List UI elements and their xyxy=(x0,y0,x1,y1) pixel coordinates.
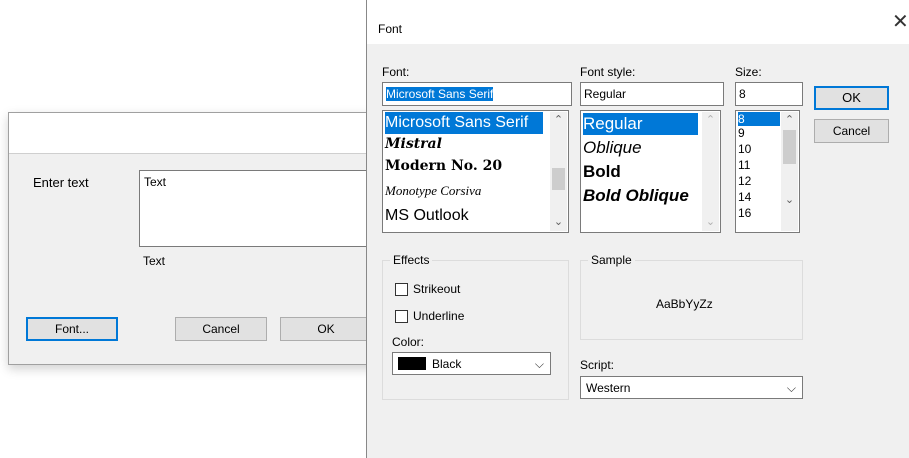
effects-group xyxy=(382,260,569,400)
color-label: Color: xyxy=(392,335,425,349)
size-list-item[interactable]: 16 xyxy=(738,206,751,220)
color-swatch xyxy=(398,357,426,370)
size-label: Size: xyxy=(735,65,762,79)
script-label: Script: xyxy=(580,358,615,372)
font-list-item[interactable]: Monotype Corsiva xyxy=(385,183,481,199)
size-list-item[interactable]: 9 xyxy=(738,126,745,140)
font-list[interactable]: Microsoft Sans Serif Mistral Modern No. … xyxy=(382,110,569,233)
font-style-label: Font style: xyxy=(580,65,636,79)
scroll-down-icon[interactable]: ⌄ xyxy=(781,192,798,209)
scroll-down-icon: ⌄ xyxy=(705,216,716,228)
font-list-item[interactable]: Microsoft Sans Serif xyxy=(385,112,543,134)
font-label: Font: xyxy=(382,65,410,79)
size-list[interactable]: 8 9 10 11 12 14 16 ⌃ ⌄ xyxy=(735,110,800,233)
scroll-up-icon[interactable]: ⌃ xyxy=(781,112,798,129)
strikeout-label[interactable]: Strikeout xyxy=(413,282,460,296)
scroll-thumb[interactable] xyxy=(552,168,565,190)
size-list-item[interactable]: 8 xyxy=(738,112,780,126)
color-dropdown[interactable]: Black ⌵ xyxy=(392,352,551,375)
sample-text: AaBbYyZz xyxy=(656,297,713,311)
strikeout-checkbox[interactable] xyxy=(395,283,408,296)
scroll-up-icon: ⌃ xyxy=(705,114,716,126)
size-input[interactable]: 8 xyxy=(735,82,803,106)
font-dialog-titlebar[interactable]: Font ✕ xyxy=(367,0,909,44)
font-button[interactable]: Font... xyxy=(26,317,118,341)
script-dropdown[interactable]: Western ⌵ xyxy=(580,376,803,399)
ok-button[interactable]: OK xyxy=(280,317,372,341)
font-list-item[interactable]: Mistral xyxy=(385,136,442,152)
script-value: Western xyxy=(586,381,631,395)
size-list-item[interactable]: 12 xyxy=(738,174,751,188)
font-list-scrollbar[interactable]: ⌃ ⌄ xyxy=(550,112,567,231)
scroll-up-icon[interactable]: ⌃ xyxy=(550,112,567,129)
close-icon[interactable]: ✕ xyxy=(892,12,909,32)
font-dialog: Font ✕ Font: Microsoft Sans Serif Micros… xyxy=(366,0,909,458)
style-list-item[interactable]: Regular xyxy=(583,113,698,135)
size-list-item[interactable]: 10 xyxy=(738,142,751,156)
size-list-scrollbar[interactable]: ⌃ ⌄ xyxy=(781,112,798,231)
font-list-item[interactable]: MS Outlook xyxy=(385,207,469,225)
sample-label: Sample xyxy=(588,253,635,267)
text-input-field[interactable]: Text xyxy=(139,170,399,247)
ok-button[interactable]: OK xyxy=(814,86,889,110)
underline-label[interactable]: Underline xyxy=(413,309,464,323)
font-dialog-title: Font xyxy=(378,22,403,36)
size-list-item[interactable]: 11 xyxy=(738,158,750,172)
scroll-thumb[interactable] xyxy=(783,130,796,164)
style-list-scrollbar[interactable]: ⌃ ⌄ xyxy=(702,112,719,231)
font-name-input[interactable]: Microsoft Sans Serif xyxy=(382,82,572,106)
cancel-button[interactable]: Cancel xyxy=(175,317,267,341)
underline-checkbox[interactable] xyxy=(395,310,408,323)
enter-text-label: Enter text xyxy=(33,175,89,190)
text-input-dialog: Enter text Text Text Font... Cancel OK xyxy=(8,112,399,365)
cancel-button[interactable]: Cancel xyxy=(814,119,889,143)
text-preview: Text xyxy=(143,254,166,268)
chevron-down-icon: ⌵ xyxy=(786,381,796,395)
font-list-item[interactable]: Modern No. 20 xyxy=(385,158,502,174)
style-list-item[interactable]: Bold xyxy=(583,162,621,182)
color-value: Black xyxy=(432,357,462,371)
style-list-item[interactable]: Oblique xyxy=(583,138,642,158)
effects-label: Effects xyxy=(390,253,433,267)
dialog-titlebar[interactable] xyxy=(9,113,389,154)
scroll-down-icon[interactable]: ⌄ xyxy=(550,214,567,231)
font-name-value: Microsoft Sans Serif xyxy=(386,87,494,101)
font-style-input[interactable]: Regular xyxy=(580,82,724,106)
size-list-item[interactable]: 14 xyxy=(738,190,751,204)
chevron-down-icon: ⌵ xyxy=(534,357,544,371)
style-list-item[interactable]: Bold Oblique xyxy=(583,186,689,206)
font-style-list[interactable]: Regular Oblique Bold Bold Oblique ⌃ ⌄ xyxy=(580,110,721,233)
